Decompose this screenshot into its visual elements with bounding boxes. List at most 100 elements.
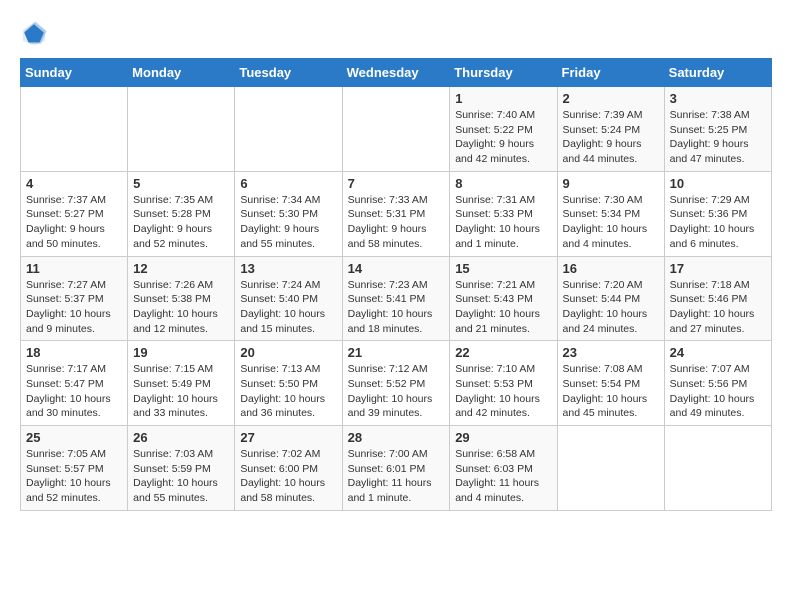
day-info: Sunrise: 7:05 AM Sunset: 5:57 PM Dayligh…: [26, 447, 122, 506]
day-info: Sunrise: 7:31 AM Sunset: 5:33 PM Dayligh…: [455, 193, 551, 252]
day-info: Sunrise: 7:07 AM Sunset: 5:56 PM Dayligh…: [670, 362, 766, 421]
calendar-row-4: 25 Sunrise: 7:05 AM Sunset: 5:57 PM Dayli…: [21, 426, 772, 511]
day-number: 12: [133, 261, 229, 276]
day-info: Sunrise: 7:26 AM Sunset: 5:38 PM Dayligh…: [133, 278, 229, 337]
day-number: 16: [563, 261, 659, 276]
calendar-header-row: SundayMondayTuesdayWednesdayThursdayFrid…: [21, 59, 772, 87]
day-number: 26: [133, 430, 229, 445]
calendar-cell: 11Sunrise: 7:27 AM Sunset: 5:37 PM Dayli…: [21, 256, 128, 341]
calendar-row-3: 18 Sunrise: 7:17 AM Sunset: 5:47 PM Dayli…: [21, 341, 772, 426]
day-info: Sunrise: 7:03 AM Sunset: 5:59 PM Dayligh…: [133, 447, 229, 506]
calendar-cell: 8 Sunrise: 7:31 AM Sunset: 5:33 PM Daylig…: [450, 171, 557, 256]
day-info: Sunrise: 7:08 AM Sunset: 5:54 PM Dayligh…: [563, 362, 659, 421]
day-number: 24: [670, 345, 766, 360]
logo-icon: [20, 20, 48, 48]
day-info: Sunrise: 7:21 AM Sunset: 5:43 PM Dayligh…: [455, 278, 551, 337]
calendar-cell: 28 Sunrise: 7:00 AM Sunset: 6:01 PM Dayli…: [342, 426, 450, 511]
day-info: Sunrise: 7:02 AM Sunset: 6:00 PM Dayligh…: [240, 447, 336, 506]
day-number: 5: [133, 176, 229, 191]
day-number: 18: [26, 345, 122, 360]
day-info: Sunrise: 7:38 AM Sunset: 5:25 PM Dayligh…: [670, 108, 766, 167]
calendar-cell: 19 Sunrise: 7:15 AM Sunset: 5:49 PM Dayli…: [128, 341, 235, 426]
day-number: 23: [563, 345, 659, 360]
calendar-cell: 17 Sunrise: 7:18 AM Sunset: 5:46 PM Dayli…: [664, 256, 771, 341]
calendar-cell: 27 Sunrise: 7:02 AM Sunset: 6:00 PM Dayli…: [235, 426, 342, 511]
calendar-cell: 9 Sunrise: 7:30 AM Sunset: 5:34 PM Daylig…: [557, 171, 664, 256]
day-info: Sunrise: 7:18 AM Sunset: 5:46 PM Dayligh…: [670, 278, 766, 337]
day-number: 21: [348, 345, 445, 360]
day-info: Sunrise: 7:17 AM Sunset: 5:47 PM Dayligh…: [26, 362, 122, 421]
day-info: Sunrise: 7:15 AM Sunset: 5:49 PM Dayligh…: [133, 362, 229, 421]
day-number: 25: [26, 430, 122, 445]
day-number: 28: [348, 430, 445, 445]
calendar-cell: [664, 426, 771, 511]
page-header: [20, 20, 772, 48]
calendar-cell: [342, 87, 450, 172]
day-number: 13: [240, 261, 336, 276]
calendar-cell: 24 Sunrise: 7:07 AM Sunset: 5:56 PM Dayli…: [664, 341, 771, 426]
calendar-cell: 7 Sunrise: 7:33 AM Sunset: 5:31 PM Daylig…: [342, 171, 450, 256]
calendar-cell: 12 Sunrise: 7:26 AM Sunset: 5:38 PM Dayli…: [128, 256, 235, 341]
day-info: Sunrise: 7:12 AM Sunset: 5:52 PM Dayligh…: [348, 362, 445, 421]
day-number: 22: [455, 345, 551, 360]
calendar-cell: 23 Sunrise: 7:08 AM Sunset: 5:54 PM Dayli…: [557, 341, 664, 426]
day-number: 8: [455, 176, 551, 191]
calendar-cell: 20 Sunrise: 7:13 AM Sunset: 5:50 PM Dayli…: [235, 341, 342, 426]
calendar-cell: 16Sunrise: 7:20 AM Sunset: 5:44 PM Dayli…: [557, 256, 664, 341]
day-info: Sunrise: 7:00 AM Sunset: 6:01 PM Dayligh…: [348, 447, 445, 506]
day-number: 20: [240, 345, 336, 360]
calendar-cell: 29 Sunrise: 6:58 AM Sunset: 6:03 PM Dayli…: [450, 426, 557, 511]
day-number: 4: [26, 176, 122, 191]
day-info: Sunrise: 7:30 AM Sunset: 5:34 PM Dayligh…: [563, 193, 659, 252]
day-info: Sunrise: 7:34 AM Sunset: 5:30 PM Dayligh…: [240, 193, 336, 252]
day-info: Sunrise: 7:29 AM Sunset: 5:36 PM Dayligh…: [670, 193, 766, 252]
day-info: Sunrise: 7:33 AM Sunset: 5:31 PM Dayligh…: [348, 193, 445, 252]
day-number: 27: [240, 430, 336, 445]
calendar-header-thursday: Thursday: [450, 59, 557, 87]
day-number: 15: [455, 261, 551, 276]
day-number: 7: [348, 176, 445, 191]
day-number: 14: [348, 261, 445, 276]
calendar-cell: 10 Sunrise: 7:29 AM Sunset: 5:36 PM Dayli…: [664, 171, 771, 256]
day-info: Sunrise: 7:13 AM Sunset: 5:50 PM Dayligh…: [240, 362, 336, 421]
day-info: Sunrise: 7:40 AM Sunset: 5:22 PM Dayligh…: [455, 108, 551, 167]
calendar-header-tuesday: Tuesday: [235, 59, 342, 87]
day-number: 9: [563, 176, 659, 191]
day-number: 2: [563, 91, 659, 106]
calendar-cell: 14Sunrise: 7:23 AM Sunset: 5:41 PM Dayli…: [342, 256, 450, 341]
calendar-row-1: 4 Sunrise: 7:37 AM Sunset: 5:27 PM Daylig…: [21, 171, 772, 256]
calendar-cell: 21 Sunrise: 7:12 AM Sunset: 5:52 PM Dayli…: [342, 341, 450, 426]
calendar-header-saturday: Saturday: [664, 59, 771, 87]
day-info: Sunrise: 7:37 AM Sunset: 5:27 PM Dayligh…: [26, 193, 122, 252]
day-number: 10: [670, 176, 766, 191]
day-number: 3: [670, 91, 766, 106]
calendar-cell: [235, 87, 342, 172]
calendar-table: SundayMondayTuesdayWednesdayThursdayFrid…: [20, 58, 772, 511]
calendar-cell: 3 Sunrise: 7:38 AM Sunset: 5:25 PM Daylig…: [664, 87, 771, 172]
day-info: Sunrise: 7:35 AM Sunset: 5:28 PM Dayligh…: [133, 193, 229, 252]
day-info: Sunrise: 6:58 AM Sunset: 6:03 PM Dayligh…: [455, 447, 551, 506]
calendar-cell: [21, 87, 128, 172]
day-number: 19: [133, 345, 229, 360]
calendar-cell: [557, 426, 664, 511]
calendar-cell: 25 Sunrise: 7:05 AM Sunset: 5:57 PM Dayli…: [21, 426, 128, 511]
calendar-cell: 13 Sunrise: 7:24 AM Sunset: 5:40 PM Dayli…: [235, 256, 342, 341]
calendar-header-sunday: Sunday: [21, 59, 128, 87]
calendar-row-0: 1 Sunrise: 7:40 AM Sunset: 5:22 PM Daylig…: [21, 87, 772, 172]
calendar-cell: 6Sunrise: 7:34 AM Sunset: 5:30 PM Daylig…: [235, 171, 342, 256]
calendar-cell: 1 Sunrise: 7:40 AM Sunset: 5:22 PM Daylig…: [450, 87, 557, 172]
calendar-header-wednesday: Wednesday: [342, 59, 450, 87]
calendar-cell: [128, 87, 235, 172]
day-info: Sunrise: 7:24 AM Sunset: 5:40 PM Dayligh…: [240, 278, 336, 337]
logo: [20, 20, 52, 48]
day-info: Sunrise: 7:39 AM Sunset: 5:24 PM Dayligh…: [563, 108, 659, 167]
calendar-header-monday: Monday: [128, 59, 235, 87]
day-number: 29: [455, 430, 551, 445]
calendar-cell: 26 Sunrise: 7:03 AM Sunset: 5:59 PM Dayli…: [128, 426, 235, 511]
calendar-cell: 18 Sunrise: 7:17 AM Sunset: 5:47 PM Dayli…: [21, 341, 128, 426]
calendar-cell: 2 Sunrise: 7:39 AM Sunset: 5:24 PM Daylig…: [557, 87, 664, 172]
calendar-cell: 15 Sunrise: 7:21 AM Sunset: 5:43 PM Dayli…: [450, 256, 557, 341]
day-number: 17: [670, 261, 766, 276]
day-number: 1: [455, 91, 551, 106]
day-info: Sunrise: 7:10 AM Sunset: 5:53 PM Dayligh…: [455, 362, 551, 421]
